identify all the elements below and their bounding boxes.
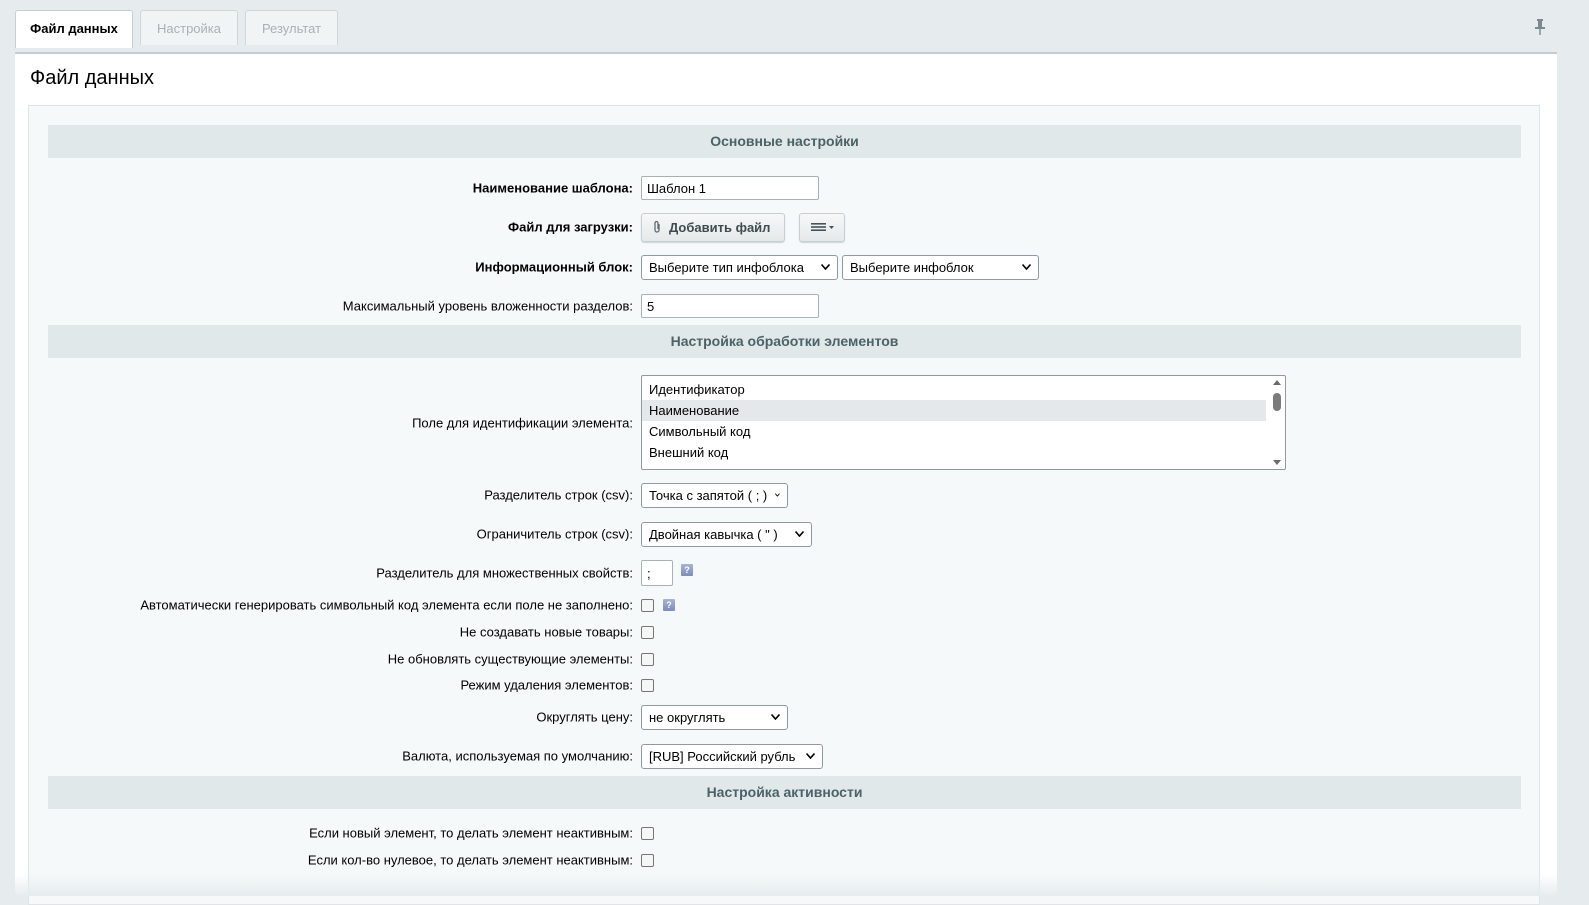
round-price-value: не округлять [649, 709, 726, 725]
help-icon[interactable]: ? [681, 564, 693, 576]
row-max-depth: Максимальный уровень вложенности раздело… [29, 292, 1539, 320]
pin-icon[interactable] [1532, 18, 1548, 36]
iblock-select[interactable]: Выберите инфоблок [842, 254, 1039, 280]
max-depth-input[interactable] [641, 294, 819, 318]
no-new-label: Не создавать новые товары: [459, 624, 633, 640]
file-menu-button[interactable] [799, 212, 846, 242]
listbox-scrollbar[interactable] [1269, 376, 1285, 469]
scroll-up-arrow-icon[interactable] [1273, 380, 1281, 385]
currency-select[interactable]: [RUB] Российский рубль [641, 743, 823, 769]
chevron-down-icon [821, 264, 830, 270]
multi-separator-label: Разделитель для множественных свойств: [376, 565, 633, 581]
no-new-checkbox[interactable] [641, 625, 654, 639]
menu-icon [811, 223, 835, 231]
id-field-option[interactable]: Внешний код [642, 442, 1266, 463]
id-field-listbox[interactable]: Идентификатор Наименование Символьный ко… [641, 375, 1286, 470]
row-row-separator: Разделитель строк (csv): Точка с запятой… [29, 481, 1539, 509]
row-separator-select[interactable]: Точка с запятой ( ; ) [641, 482, 788, 508]
tab-data-file[interactable]: Файл данных [15, 10, 133, 48]
id-field-label: Поле для идентификации элемента: [412, 415, 633, 430]
currency-label: Валюта, используемая по умолчанию: [402, 748, 633, 764]
auto-code-checkbox[interactable] [641, 598, 654, 612]
new-inactive-checkbox[interactable] [641, 826, 654, 840]
chevron-down-icon [806, 753, 815, 759]
scroll-thumb[interactable] [1273, 393, 1281, 411]
tab-result[interactable]: Результат [245, 10, 338, 45]
scroll-down-arrow-icon[interactable] [1273, 460, 1281, 465]
chevron-down-icon [1022, 264, 1031, 270]
tab-bar: Файл данных Настройка Результат [15, 10, 338, 48]
iblock-type-value: Выберите тип инфоблока [649, 259, 804, 275]
round-price-select[interactable]: не округлять [641, 704, 788, 730]
page-title: Файл данных [30, 67, 154, 89]
row-auto-code: Автоматически генерировать символьный ко… [29, 592, 1539, 618]
round-price-label: Округлять цену: [536, 709, 633, 725]
upload-file-label: Файл для загрузки: [508, 219, 633, 235]
row-template-name: Наименование шаблона: [29, 174, 1539, 202]
zero-inactive-checkbox[interactable] [641, 853, 654, 867]
delete-mode-checkbox[interactable] [641, 678, 654, 692]
row-no-new: Не создавать новые товары: [29, 619, 1539, 645]
help-icon[interactable]: ? [663, 599, 675, 611]
currency-value: [RUB] Российский рубль [649, 748, 796, 764]
iblock-label: Информационный блок: [475, 259, 633, 275]
no-update-checkbox[interactable] [641, 652, 654, 666]
template-name-label: Наименование шаблона: [472, 180, 633, 196]
row-separator-label: Разделитель строк (csv): [484, 487, 633, 503]
paperclip-icon [654, 220, 660, 233]
chevron-down-icon [795, 531, 804, 537]
row-row-enclosure: Ограничитель строк (csv): Двойная кавычк… [29, 520, 1539, 548]
bottom-fade [15, 874, 1557, 896]
section-processing-header: Настройка обработки элементов [48, 325, 1521, 358]
row-enclosure-value: Двойная кавычка ( " ) [649, 526, 778, 542]
row-zero-inactive: Если кол-во нулевое, то делать элемент н… [29, 847, 1539, 873]
row-enclosure-select[interactable]: Двойная кавычка ( " ) [641, 521, 812, 547]
zero-inactive-label: Если кол-во нулевое, то делать элемент н… [307, 852, 633, 868]
row-multi-separator: Разделитель для множественных свойств: ? [29, 559, 1539, 587]
row-enclosure-label: Ограничитель строк (csv): [476, 526, 633, 542]
multi-separator-input[interactable] [641, 560, 673, 586]
chevron-down-icon [775, 493, 780, 497]
add-file-label: Добавить файл [669, 219, 771, 235]
new-inactive-label: Если новый элемент, то делать элемент не… [309, 825, 633, 841]
id-field-option[interactable]: Символьный код [642, 421, 1266, 442]
chevron-down-icon [771, 714, 780, 720]
add-file-button[interactable]: Добавить файл [641, 212, 786, 242]
template-name-input[interactable] [641, 176, 819, 200]
id-field-option[interactable]: Идентификатор [642, 379, 1266, 400]
row-separator-value: Точка с запятой ( ; ) [649, 487, 768, 503]
row-new-inactive: Если новый элемент, то делать элемент не… [29, 820, 1539, 846]
section-activity-header: Настройка активности [48, 776, 1521, 809]
no-update-label: Не обновлять существующие элементы: [387, 651, 633, 667]
row-no-update: Не обновлять существующие элементы: [29, 646, 1539, 672]
id-field-option-selected[interactable]: Наименование [642, 400, 1266, 421]
iblock-type-select[interactable]: Выберите тип инфоблока [641, 254, 838, 280]
auto-code-label: Автоматически генерировать символьный ко… [140, 597, 633, 613]
row-delete-mode: Режим удаления элементов: [29, 672, 1539, 698]
section-main-header: Основные настройки [48, 125, 1521, 158]
row-upload-file: Файл для загрузки: Добавить файл [29, 211, 1539, 243]
delete-mode-label: Режим удаления элементов: [460, 677, 633, 693]
max-depth-label: Максимальный уровень вложенности раздело… [342, 298, 633, 314]
iblock-value: Выберите инфоблок [850, 259, 974, 275]
tab-settings[interactable]: Настройка [140, 10, 238, 45]
main-panel: Файл данных Основные настройки Наименова… [15, 52, 1557, 905]
form-container: Основные настройки Наименование шаблона:… [28, 105, 1540, 905]
row-currency: Валюта, используемая по умолчанию: [RUB]… [29, 742, 1539, 770]
row-id-field: Поле для идентификации элемента: Идентиф… [29, 375, 1539, 470]
row-iblock: Информационный блок: Выберите тип инфобл… [29, 253, 1539, 281]
row-round-price: Округлять цену: не округлять [29, 703, 1539, 731]
page-scrollbar[interactable] [1560, 0, 1589, 896]
